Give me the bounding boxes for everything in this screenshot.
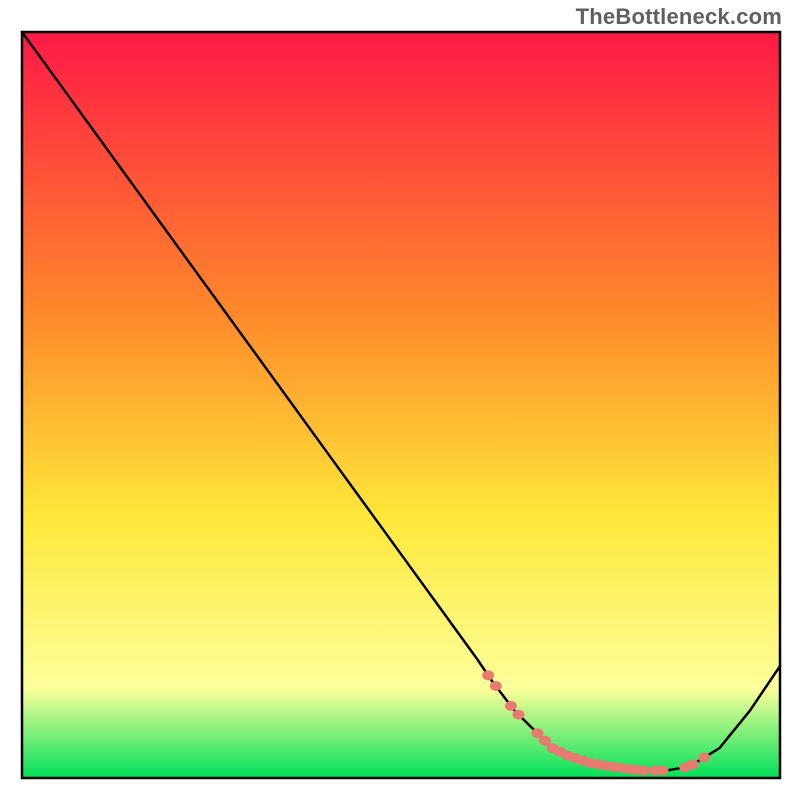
curve-dot — [482, 670, 494, 680]
curve-dot — [657, 766, 669, 776]
curve-dot — [490, 681, 502, 691]
curve-dot — [687, 760, 699, 770]
gradient-background — [22, 32, 780, 778]
bottleneck-chart — [0, 0, 800, 800]
curve-dot — [513, 710, 525, 720]
curve-dot — [698, 753, 710, 763]
curve-dot — [505, 701, 517, 711]
chart-stage: TheBottleneck.com — [0, 0, 800, 800]
curve-dot — [638, 766, 650, 776]
